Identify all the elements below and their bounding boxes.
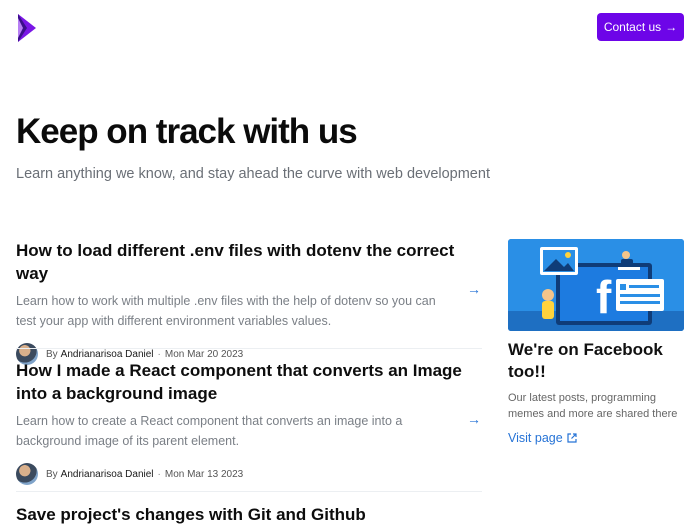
post-excerpt: Learn how to create a React component th…: [16, 414, 403, 448]
author-name: Andrianarisoa Daniel: [60, 468, 154, 480]
post-title[interactable]: Save project's changes with Git and Gith…: [16, 503, 482, 525]
facebook-card: f We're on Facebook too!! Our latest pos…: [508, 239, 684, 445]
author-avatar: [16, 463, 38, 485]
page-subtitle: Learn anything we know, and stay ahead t…: [16, 166, 490, 182]
facebook-description: Our latest posts, programming memes and …: [508, 392, 678, 420]
by-label: By: [46, 348, 58, 360]
facebook-illustration-icon: f: [508, 239, 684, 331]
divider: [16, 491, 482, 492]
separator-dot: ·: [157, 348, 161, 360]
arrow-right-icon[interactable]: →: [466, 281, 482, 297]
post-card[interactable]: Save project's changes with Git and Gith…: [16, 503, 482, 525]
facebook-illustration: f: [508, 239, 684, 331]
site-logo[interactable]: [15, 12, 39, 44]
logo-icon: [18, 14, 36, 42]
post-date: Mon Mar 20 2023: [164, 348, 244, 360]
post-card[interactable]: How to load different .env files with do…: [16, 239, 482, 365]
post-excerpt: Learn how to work with multiple .env fil…: [16, 294, 436, 328]
post-date: Mon Mar 13 2023: [164, 468, 244, 480]
author-name: Andrianarisoa Daniel: [60, 348, 154, 360]
facebook-title: We're on Facebook too!!: [508, 340, 663, 381]
post-card[interactable]: How I made a React component that conver…: [16, 359, 482, 485]
facebook-f-glyph: f: [596, 271, 612, 323]
external-link-icon: [567, 433, 577, 443]
arrow-right-icon[interactable]: →: [466, 411, 482, 427]
post-title[interactable]: How I made a React component that conver…: [16, 359, 482, 405]
page-title: Keep on track with us: [16, 112, 358, 151]
separator-dot: ·: [157, 468, 161, 480]
arrow-right-icon: →: [665, 20, 678, 34]
contact-us-button[interactable]: Contact us →: [597, 13, 684, 41]
divider: [16, 348, 482, 349]
post-title[interactable]: How to load different .env files with do…: [16, 239, 482, 285]
visit-page-link[interactable]: Visit page: [508, 431, 684, 445]
visit-page-label: Visit page: [508, 431, 563, 445]
contact-us-label: Contact us: [603, 20, 662, 34]
post-meta: By Andrianarisoa Daniel · Mon Mar 13 202…: [16, 463, 482, 485]
by-label: By: [46, 468, 58, 480]
